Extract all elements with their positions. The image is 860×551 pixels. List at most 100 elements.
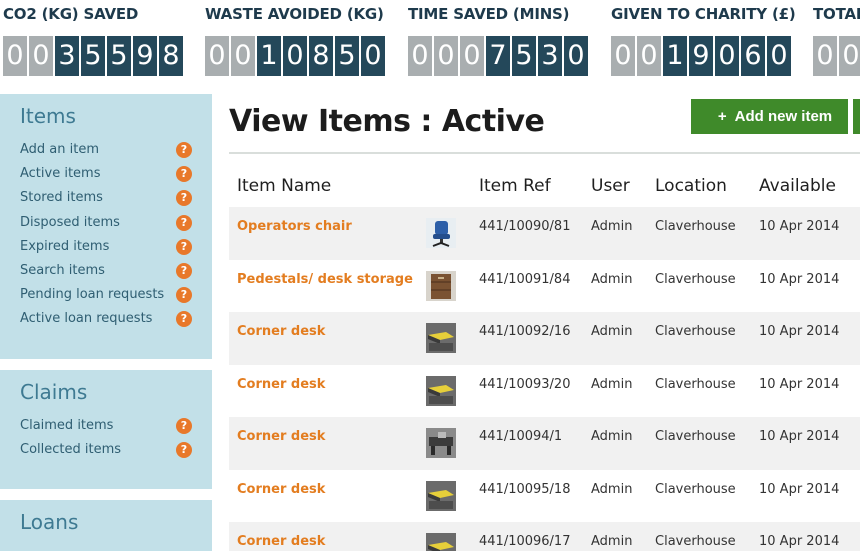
column-header-available[interactable]: Available bbox=[759, 176, 836, 196]
counter-digit: 5 bbox=[107, 36, 131, 76]
items-panel: Items Add an item? Active items? Stored it… bbox=[0, 94, 212, 359]
help-icon[interactable]: ? bbox=[176, 311, 192, 328]
counter-digit: 0 bbox=[434, 36, 458, 76]
counter-digit: 0 bbox=[813, 36, 837, 76]
help-icon[interactable]: ? bbox=[176, 166, 192, 183]
sidebar-link-pending-loan-requests[interactable]: Pending loan requests? bbox=[20, 283, 212, 307]
claims-panel-title: Claims bbox=[20, 380, 88, 404]
waste-avoided-counter: WASTE AVOIDED (KG) 0010850 bbox=[205, 0, 385, 76]
sidebar-link-label: Search items bbox=[20, 262, 105, 278]
secondary-button-edge[interactable] bbox=[853, 99, 860, 134]
item-available-date: 10 Apr 2014 bbox=[759, 271, 840, 287]
item-name-link[interactable]: Corner desk bbox=[237, 324, 325, 339]
item-ref: 441/10096/17 bbox=[479, 534, 571, 549]
sidebar-link-label: Add an item bbox=[20, 142, 100, 157]
table-row[interactable]: Corner desk 441/10093/20 Admin Claverhouse 1… bbox=[229, 365, 860, 418]
item-name-link[interactable]: Pedestals/ desk storage bbox=[237, 272, 413, 287]
given-to-charity-counter: GIVEN TO CHARITY (£) 0019060 bbox=[611, 0, 796, 76]
counter-digit: 8 bbox=[159, 36, 183, 76]
add-new-item-label: Add new item bbox=[734, 108, 833, 125]
loans-panel: Loans bbox=[0, 500, 212, 551]
item-name-link[interactable]: Corner desk bbox=[237, 377, 325, 392]
item-name-link[interactable]: Operators chair bbox=[237, 219, 352, 234]
sidebar-link-claimed-items[interactable]: Claimed items? bbox=[20, 414, 212, 438]
sidebar-link-search-items[interactable]: Search items? bbox=[20, 259, 212, 283]
counter-digit: 8 bbox=[309, 36, 333, 76]
chair-thumbnail[interactable] bbox=[426, 218, 456, 248]
stats-counters: CO2 (KG) SAVED 0035598 WASTE AVOIDED (KG… bbox=[0, 0, 860, 82]
sidebar-link-label: Active loan requests bbox=[20, 311, 153, 327]
help-icon[interactable]: ? bbox=[176, 262, 192, 279]
sidebar-link-add-an-item[interactable]: Add an item? bbox=[20, 138, 212, 162]
item-name-link[interactable]: Corner desk bbox=[237, 429, 325, 444]
counter-digit: 0 bbox=[611, 36, 635, 76]
counter-digit: 5 bbox=[81, 36, 105, 76]
sidebar-link-label: Claimed items bbox=[20, 418, 114, 433]
item-user: Admin bbox=[591, 271, 633, 287]
item-user: Admin bbox=[591, 481, 633, 497]
item-name-link[interactable]: Corner desk bbox=[237, 482, 325, 497]
sidebar-link-active-loan-requests[interactable]: Active loan requests? bbox=[20, 307, 212, 331]
counter-digit: 0 bbox=[564, 36, 588, 76]
sidebar-link-expired-items[interactable]: Expired items? bbox=[20, 235, 212, 259]
counter-digit: 0 bbox=[715, 36, 739, 76]
item-user: Admin bbox=[591, 324, 633, 339]
item-location: Claverhouse bbox=[655, 376, 736, 392]
sidebar-link-active-items[interactable]: Active items? bbox=[20, 162, 212, 186]
desk-thumbnail[interactable] bbox=[426, 323, 456, 353]
column-header-user[interactable]: User bbox=[591, 176, 630, 196]
column-header-item-ref[interactable]: Item Ref bbox=[479, 176, 551, 196]
help-icon[interactable]: ? bbox=[176, 142, 192, 158]
sidebar-link-label: Pending loan requests bbox=[20, 287, 165, 303]
table-row[interactable]: Corner desk 441/10094/1 Admin Claverhouse 10… bbox=[229, 417, 860, 470]
item-user: Admin bbox=[591, 534, 633, 549]
co2-saved-counter: CO2 (KG) SAVED 0035598 bbox=[3, 0, 183, 76]
table-row[interactable]: Corner desk 441/10095/18 Admin Claverhouse 1… bbox=[229, 470, 860, 523]
sidebar-link-label: Disposed items bbox=[20, 214, 120, 230]
desk-thumbnail[interactable] bbox=[426, 480, 456, 511]
sidebar-link-label: Collected items bbox=[20, 442, 122, 458]
item-location: Claverhouse bbox=[655, 324, 736, 339]
help-icon[interactable]: ? bbox=[176, 442, 192, 459]
sidebar-link-stored-items[interactable]: Stored items? bbox=[20, 186, 212, 210]
plus-icon: + bbox=[717, 108, 727, 125]
item-available-date: 10 Apr 2014 bbox=[759, 481, 840, 497]
table-row[interactable]: Corner desk 441/10096/17 Admin Claverhouse 1… bbox=[229, 522, 860, 551]
pedestal-thumbnail[interactable] bbox=[426, 270, 456, 301]
table-row[interactable]: Operators chair 441/10090/81 Admin Claverho… bbox=[229, 207, 860, 260]
time-saved-counter: TIME SAVED (MINS) 0007530 bbox=[408, 0, 588, 76]
counter-digit: 5 bbox=[335, 36, 359, 76]
counter-digit: 5 bbox=[512, 36, 536, 76]
column-header-item-name[interactable]: Item Name bbox=[237, 176, 331, 196]
table-row[interactable]: Corner desk 441/10092/16 Admin Claverhouse 1… bbox=[229, 312, 860, 365]
desk-thumbnail[interactable] bbox=[426, 533, 456, 551]
item-location: Claverhouse bbox=[655, 481, 736, 497]
item-ref: 441/10091/84 bbox=[479, 271, 571, 287]
add-new-item-button[interactable]: + Add new item bbox=[691, 99, 848, 134]
counter-digit: 3 bbox=[55, 36, 79, 76]
help-icon[interactable]: ? bbox=[176, 238, 192, 255]
counter-digits: 0007530 bbox=[408, 36, 588, 76]
counter-digit: 0 bbox=[29, 36, 53, 76]
help-icon[interactable]: ? bbox=[176, 418, 192, 434]
help-icon[interactable]: ? bbox=[176, 214, 192, 231]
item-ref: 441/10092/16 bbox=[479, 324, 571, 339]
sidebar-link-disposed-items[interactable]: Disposed items? bbox=[20, 211, 212, 235]
table-row[interactable]: Pedestals/ desk storage 441/10091/84 Admin… bbox=[229, 260, 860, 313]
title-divider bbox=[229, 152, 860, 154]
help-icon[interactable]: ? bbox=[176, 190, 192, 207]
item-name-link[interactable]: Corner desk bbox=[237, 534, 325, 549]
column-header-location[interactable]: Location bbox=[655, 176, 727, 196]
sidebar-link-collected-items[interactable]: Collected items? bbox=[20, 438, 212, 462]
counter-digit: 0 bbox=[839, 36, 860, 76]
desk-photo-thumbnail[interactable] bbox=[426, 428, 456, 458]
counter-digits: 0019060 bbox=[611, 36, 796, 76]
desk-thumbnail[interactable] bbox=[426, 375, 456, 406]
item-available-date: 10 Apr 2014 bbox=[759, 534, 840, 549]
counter-digit: 0 bbox=[283, 36, 307, 76]
sidebar-link-label: Stored items bbox=[20, 190, 103, 206]
claims-panel: Claims Claimed items? Collected items? bbox=[0, 370, 212, 489]
help-icon[interactable]: ? bbox=[176, 287, 192, 304]
counter-title: GIVEN TO CHARITY (£) bbox=[611, 5, 796, 23]
counter-digit: 0 bbox=[231, 36, 255, 76]
